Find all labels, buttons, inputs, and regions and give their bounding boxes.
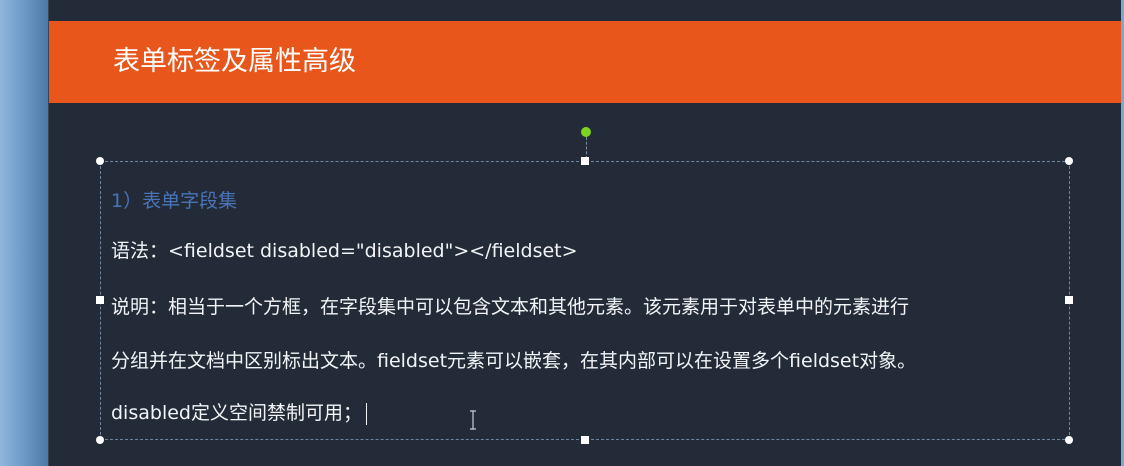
resize-handle-top-left[interactable] <box>96 157 104 165</box>
description-line-2[interactable]: 分组并在文档中区别标出文本。fieldset元素可以嵌套，在其内部可以在设置多个… <box>111 347 916 375</box>
resize-handle-middle-right[interactable] <box>1065 296 1073 304</box>
slide-title[interactable]: 表单标签及属性高级 <box>113 44 356 80</box>
slide[interactable]: 表单标签及属性高级 1）表单字段集 语法：<fieldset disabled=… <box>48 0 1121 466</box>
editor-canvas: 表单标签及属性高级 1）表单字段集 语法：<fieldset disabled=… <box>0 0 1124 466</box>
resize-handle-middle-left[interactable] <box>96 296 104 304</box>
description-line-1[interactable]: 说明：相当于一个方框，在字段集中可以包含文本和其他元素。该元素用于对表单中的元素… <box>111 293 909 321</box>
description-line-3[interactable]: disabled定义空间禁制可用； <box>111 399 367 427</box>
resize-handle-top-middle[interactable] <box>581 157 589 165</box>
resize-handle-top-right[interactable] <box>1065 157 1073 165</box>
slide-panel-edge <box>0 0 48 466</box>
text-caret <box>365 402 367 425</box>
description-line-3-text: disabled定义空间禁制可用； <box>111 402 362 424</box>
text-ibeam-cursor-icon <box>470 410 476 430</box>
resize-handle-bottom-middle[interactable] <box>581 436 589 444</box>
rotate-handle-icon[interactable] <box>581 127 591 137</box>
syntax-line[interactable]: 语法：<fieldset disabled="disabled"></field… <box>111 237 578 265</box>
resize-handle-bottom-right[interactable] <box>1065 436 1073 444</box>
rotate-connector <box>586 137 587 159</box>
section-heading[interactable]: 1）表单字段集 <box>111 187 237 215</box>
resize-handle-bottom-left[interactable] <box>96 436 104 444</box>
selected-textbox[interactable]: 1）表单字段集 语法：<fieldset disabled="disabled"… <box>96 157 1073 444</box>
